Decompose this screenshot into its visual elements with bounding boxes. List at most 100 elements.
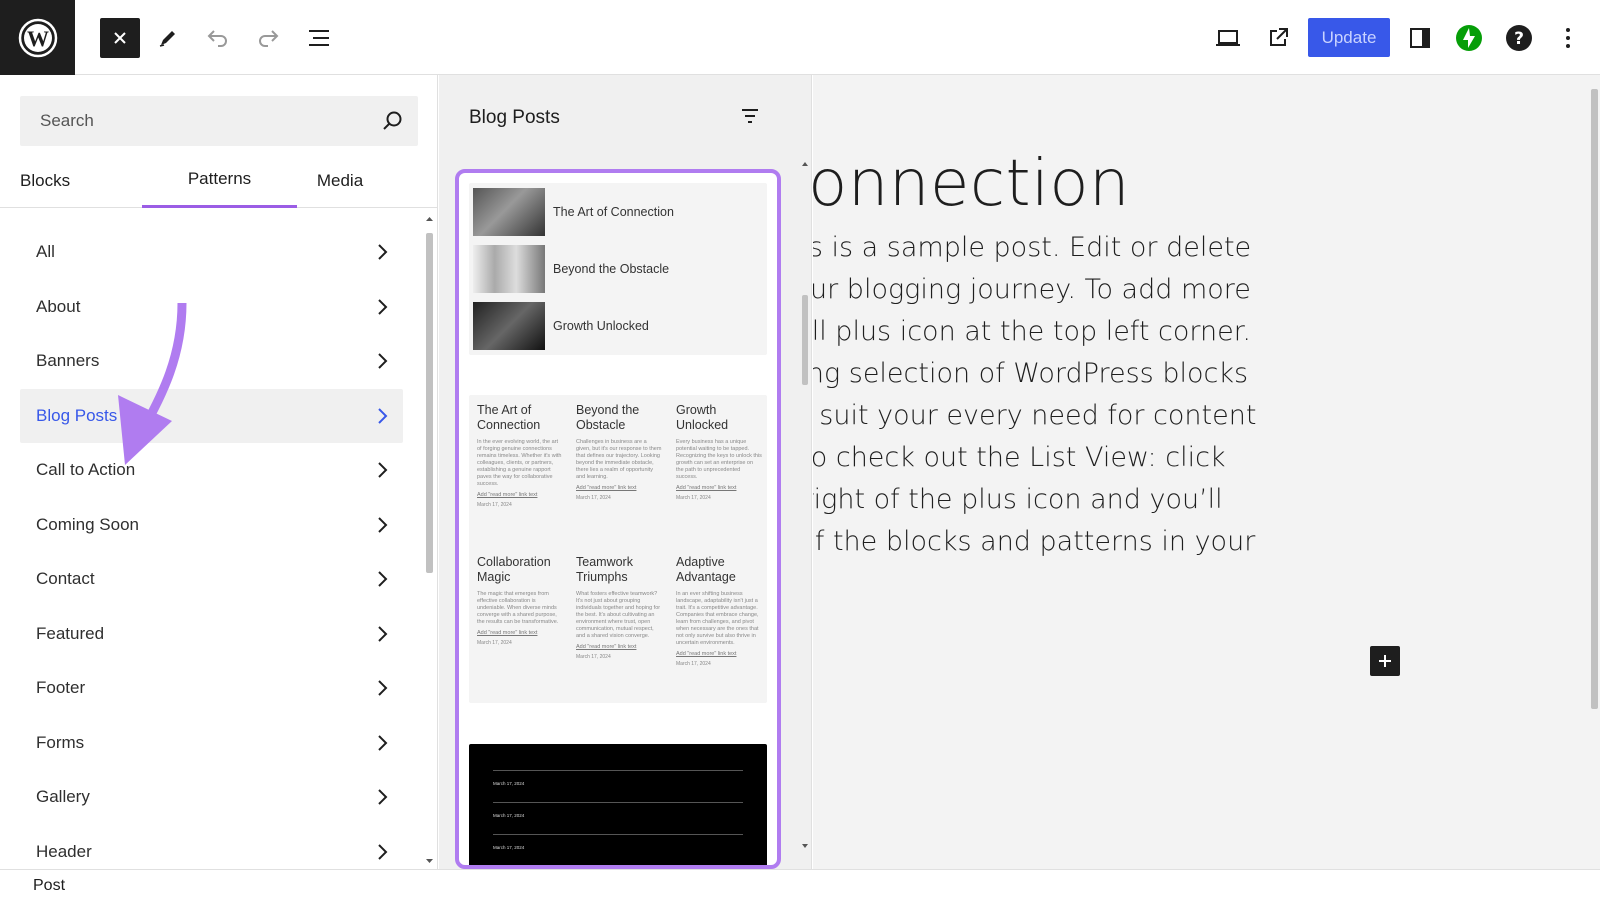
post-date: March 17, 2024 [477,640,512,646]
post-date: March 17, 2024 [493,813,525,818]
grid-post: The Art of Connection In the ever evolvi… [477,403,563,508]
list-view-icon [309,30,329,46]
grid-post: Collaboration Magic The magic that emerg… [477,555,563,646]
post-date: March 17, 2024 [576,654,611,660]
search-input[interactable] [20,96,360,146]
chevron-right-icon [378,625,388,642]
chevron-right-icon [378,407,388,424]
redo-button[interactable] [248,18,288,58]
post-excerpt: In the ever evolving world, the art of f… [477,439,562,487]
post-content-paragraph[interactable]: ordPress! This is a sample post. Edit or… [813,227,1588,563]
chevron-right-icon [378,680,388,696]
category-item-gallery[interactable]: Gallery [20,770,403,825]
pattern-list-scrollbar[interactable] [801,160,809,850]
filter-icon[interactable] [739,105,761,127]
chevron-right-icon [378,789,388,805]
annotation-arrow-icon [118,303,187,465]
category-item-forms[interactable]: Forms [20,716,403,771]
post-excerpt: In an ever shifting business landscape, … [676,591,759,646]
inserter-tabs: Blocks Patterns Media [0,153,438,208]
tools-button[interactable] [148,18,188,58]
post-excerpt: Every business has a unique potential wa… [676,439,762,480]
settings-sidebar-toggle[interactable] [1400,18,1440,58]
plus-icon [1379,655,1391,667]
options-button[interactable] [1548,18,1588,58]
read-more-link: Add "read more" link text [676,485,737,491]
post-excerpt: What fosters effective teamwork? It's no… [576,591,661,639]
grid-post: Teamwork Triumphs What fosters effective… [576,555,662,660]
paragraph-line: ordPress! This is a sample post. Edit or… [813,232,1252,263]
chevron-right-icon [378,462,388,478]
post-excerpt: Challenges in business are a given, but … [576,439,662,480]
post-title: Teamwork Triumphs [576,555,633,584]
list-item: The Art of Connection [473,187,674,237]
list-item: Beyond the Obstacle [473,244,669,294]
category-item-featured[interactable]: Featured [20,607,403,662]
scrollbar-thumb[interactable] [802,295,808,385]
post-title: The Art of Connection [553,205,674,219]
tab-blocks[interactable]: Blocks [20,153,90,208]
category-item-coming-soon[interactable]: Coming Soon [20,498,403,553]
pattern-list-panel: Blog Posts The Art of Connection Beyond … [439,75,812,869]
chevron-right-icon [378,244,388,260]
editor-footer: Post [0,869,1600,900]
update-button[interactable]: Update [1308,18,1390,57]
chevron-right-icon [378,571,388,587]
jetpack-button[interactable] [1449,18,1489,58]
laptop-icon [1216,30,1240,46]
scrollbar-thumb[interactable] [1591,89,1598,709]
preview-button[interactable] [1208,18,1248,58]
list-item: March 17, 2024 [493,834,743,850]
post-date: March 17, 2024 [493,781,525,786]
category-label: Featured [36,623,105,643]
category-item-footer[interactable]: Footer [20,661,403,716]
tab-media[interactable]: Media [290,153,390,208]
category-item-about[interactable]: About [20,280,403,335]
search-icon[interactable] [382,110,404,132]
view-post-button[interactable] [1258,18,1298,58]
scrollbar-thumb[interactable] [426,233,433,573]
search-box [20,96,418,146]
read-more-link: Add "read more" link text [576,644,637,650]
category-item-call-to-action[interactable]: Call to Action [20,443,403,498]
pattern-preview-blog-list[interactable]: The Art of Connection Beyond the Obstacl… [469,183,767,355]
block-inserter-panel: Blocks Patterns Media All About Banners … [0,75,438,869]
category-label: Forms [36,732,85,752]
scroll-up-arrow-icon [426,217,433,221]
post-title: Beyond the Obstacle [553,262,670,276]
jetpack-bolt-icon [1456,25,1482,51]
wordpress-logo-button[interactable]: W [0,0,75,75]
pencil-icon [159,31,175,47]
help-button[interactable]: ? [1499,18,1539,58]
category-label: Blog Posts [36,405,118,425]
paragraph-line: rst step in your blogging journey. To ad… [813,274,1251,305]
category-label: Banners [36,351,100,371]
tab-patterns[interactable]: Patterns [142,153,297,208]
scroll-up-arrow-icon [802,162,808,166]
category-scrollbar[interactable] [425,215,434,865]
paragraph-line: find an existing selection of WordPress … [813,358,1249,389]
add-block-button[interactable] [1370,646,1400,676]
close-inserter-button[interactable] [100,18,140,58]
list-view-button[interactable] [300,18,340,58]
pattern-preview-blog-grid[interactable]: The Art of Connection In the ever evolvi… [469,395,767,703]
category-label: All [36,242,55,262]
pattern-preview-dark-list[interactable]: March 17, 2024 March 17, 2024 March 17, … [469,744,767,865]
undo-button[interactable] [198,18,238,58]
category-item-contact[interactable]: Contact [20,552,403,607]
category-item-all[interactable]: All [20,225,403,280]
list-item: Growth Unlocked [473,301,649,351]
post-title[interactable]: t of Connection [813,147,1588,221]
svg-text:W: W [27,26,49,51]
scroll-down-arrow-icon [426,859,433,863]
block-breadcrumb[interactable]: Post [33,877,65,895]
post-date: March 17, 2024 [477,502,512,508]
category-item-blog-posts[interactable]: Blog Posts [20,388,403,443]
category-label: About [36,296,81,316]
scroll-down-arrow-icon [802,844,808,848]
external-link-icon [1270,28,1288,46]
read-more-link: Add "read more" link text [477,492,538,498]
canvas-scrollbar[interactable] [1588,75,1600,869]
category-item-banners[interactable]: Banners [20,334,403,389]
wordpress-icon: W [18,18,57,57]
